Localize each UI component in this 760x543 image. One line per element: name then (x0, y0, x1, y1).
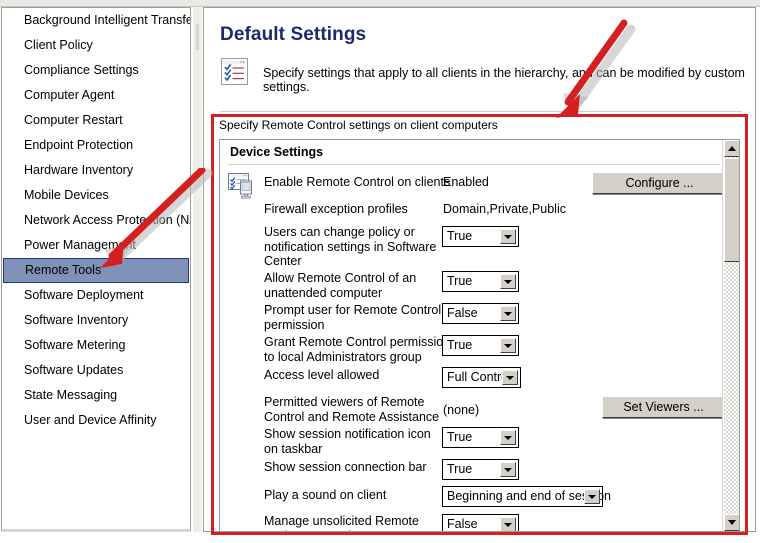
setting-combo[interactable]: True (442, 335, 519, 356)
combo-value: True (447, 229, 473, 243)
setting-value: Enabled (443, 175, 489, 189)
chevron-down-icon[interactable] (500, 306, 516, 321)
header-description: Specify settings that apply to all clien… (263, 66, 745, 94)
setting-combo[interactable]: True (442, 427, 519, 448)
setting-label: Enable Remote Control on clients (264, 175, 451, 189)
setting-combo[interactable]: Full Control (442, 367, 521, 388)
chevron-down-icon[interactable] (500, 274, 516, 289)
settings-frame: Device Settings Enable Remote Control on… (219, 139, 740, 532)
sidebar-item-computer-agent[interactable]: Computer Agent (2, 83, 190, 108)
nav-pane-shadow (2, 529, 190, 532)
sidebar-item-software-updates[interactable]: Software Updates (2, 358, 190, 383)
sidebar-item-state-messaging[interactable]: State Messaging (2, 383, 190, 408)
sidebar-item-mobile-devices[interactable]: Mobile Devices (2, 183, 190, 208)
page-title: Default Settings (220, 24, 367, 45)
setting-label: Manage unsolicited Remote Assistance set… (264, 514, 419, 531)
content-pane: Default Settings Specify settings that a… (203, 7, 756, 532)
chevron-down-icon[interactable] (500, 430, 516, 445)
settings-scrollbar[interactable] (722, 140, 739, 531)
sidebar-item-power-management[interactable]: Power Management (2, 233, 190, 258)
sidebar-item-hardware-inventory[interactable]: Hardware Inventory (2, 158, 190, 183)
setting-label: Show session connection bar (264, 460, 427, 474)
sidebar-item-software-deployment[interactable]: Software Deployment (2, 283, 190, 308)
settings-caption: Specify Remote Control settings on clien… (219, 118, 498, 132)
scroll-up-arrow-icon[interactable] (724, 140, 739, 157)
setting-combo[interactable]: Beginning and end of session (442, 486, 611, 507)
setting-combo[interactable]: True (442, 271, 519, 292)
device-settings-icon (228, 173, 256, 200)
setting-label: Grant Remote Control permission to local… (264, 335, 451, 364)
settings-category-list[interactable]: Background Intelligent Transfer Client Po… (1, 7, 191, 531)
combo-value: False (447, 306, 478, 320)
sidebar-item-background-intelligent-transfer[interactable]: Background Intelligent Transfer (2, 8, 190, 33)
chevron-down-icon[interactable] (500, 517, 516, 531)
setting-label: Show session notification icon on taskba… (264, 427, 431, 456)
sidebar-item-client-policy[interactable]: Client Policy (2, 33, 190, 58)
set-viewers-button[interactable]: Set Viewers ... (602, 396, 725, 418)
sidebar-item-software-metering[interactable]: Software Metering (2, 333, 190, 358)
settings-list-icon (221, 58, 248, 85)
setting-label: Allow Remote Control of an unattended co… (264, 271, 417, 300)
setting-label: Firewall exception profiles (264, 202, 408, 216)
scrollbar-thumb[interactable] (724, 158, 739, 262)
header-divider (220, 111, 742, 112)
setting-combo[interactable]: True (442, 226, 519, 247)
sidebar-item-software-inventory[interactable]: Software Inventory (2, 308, 190, 333)
scroll-down-arrow-icon[interactable] (724, 514, 739, 531)
setting-label: Users can change policy or notification … (264, 225, 437, 268)
setting-label: Permitted viewers of Remote Control and … (264, 395, 440, 424)
sidebar-item-remote-tools[interactable]: Remote Tools (3, 258, 189, 283)
splitter-grip[interactable] (196, 24, 199, 50)
sidebar-item-network-access-protection-nap[interactable]: Network Access Protection (NAP) (2, 208, 190, 233)
pane-splitter[interactable] (193, 7, 202, 532)
chevron-down-icon[interactable] (502, 370, 518, 385)
group-underline (228, 164, 720, 165)
configure-button[interactable]: Configure ... (592, 172, 727, 194)
setting-label: Prompt user for Remote Control permissio… (264, 303, 442, 332)
setting-combo[interactable]: True (442, 459, 519, 480)
sidebar-item-user-and-device-affinity[interactable]: User and Device Affinity (2, 408, 190, 433)
combo-value: True (447, 338, 473, 352)
sidebar-item-computer-restart[interactable]: Computer Restart (2, 108, 190, 133)
chevron-down-icon[interactable] (584, 489, 600, 504)
combo-value: True (447, 274, 473, 288)
setting-label: Play a sound on client (264, 488, 387, 502)
setting-value: Domain,Private,Public (443, 202, 566, 216)
setting-label: Access level allowed (264, 368, 380, 382)
setting-combo[interactable]: False (442, 514, 519, 531)
group-title: Device Settings (230, 145, 324, 159)
chevron-down-icon[interactable] (500, 229, 516, 244)
combo-value: True (447, 430, 473, 444)
combo-value: False (447, 517, 478, 531)
combo-value: True (447, 462, 473, 476)
sidebar-item-endpoint-protection[interactable]: Endpoint Protection (2, 133, 190, 158)
setting-value: (none) (443, 403, 480, 417)
chevron-down-icon[interactable] (500, 462, 516, 477)
setting-combo[interactable]: False (442, 303, 519, 324)
chevron-down-icon[interactable] (500, 338, 516, 353)
sidebar-item-compliance-settings[interactable]: Compliance Settings (2, 58, 190, 83)
